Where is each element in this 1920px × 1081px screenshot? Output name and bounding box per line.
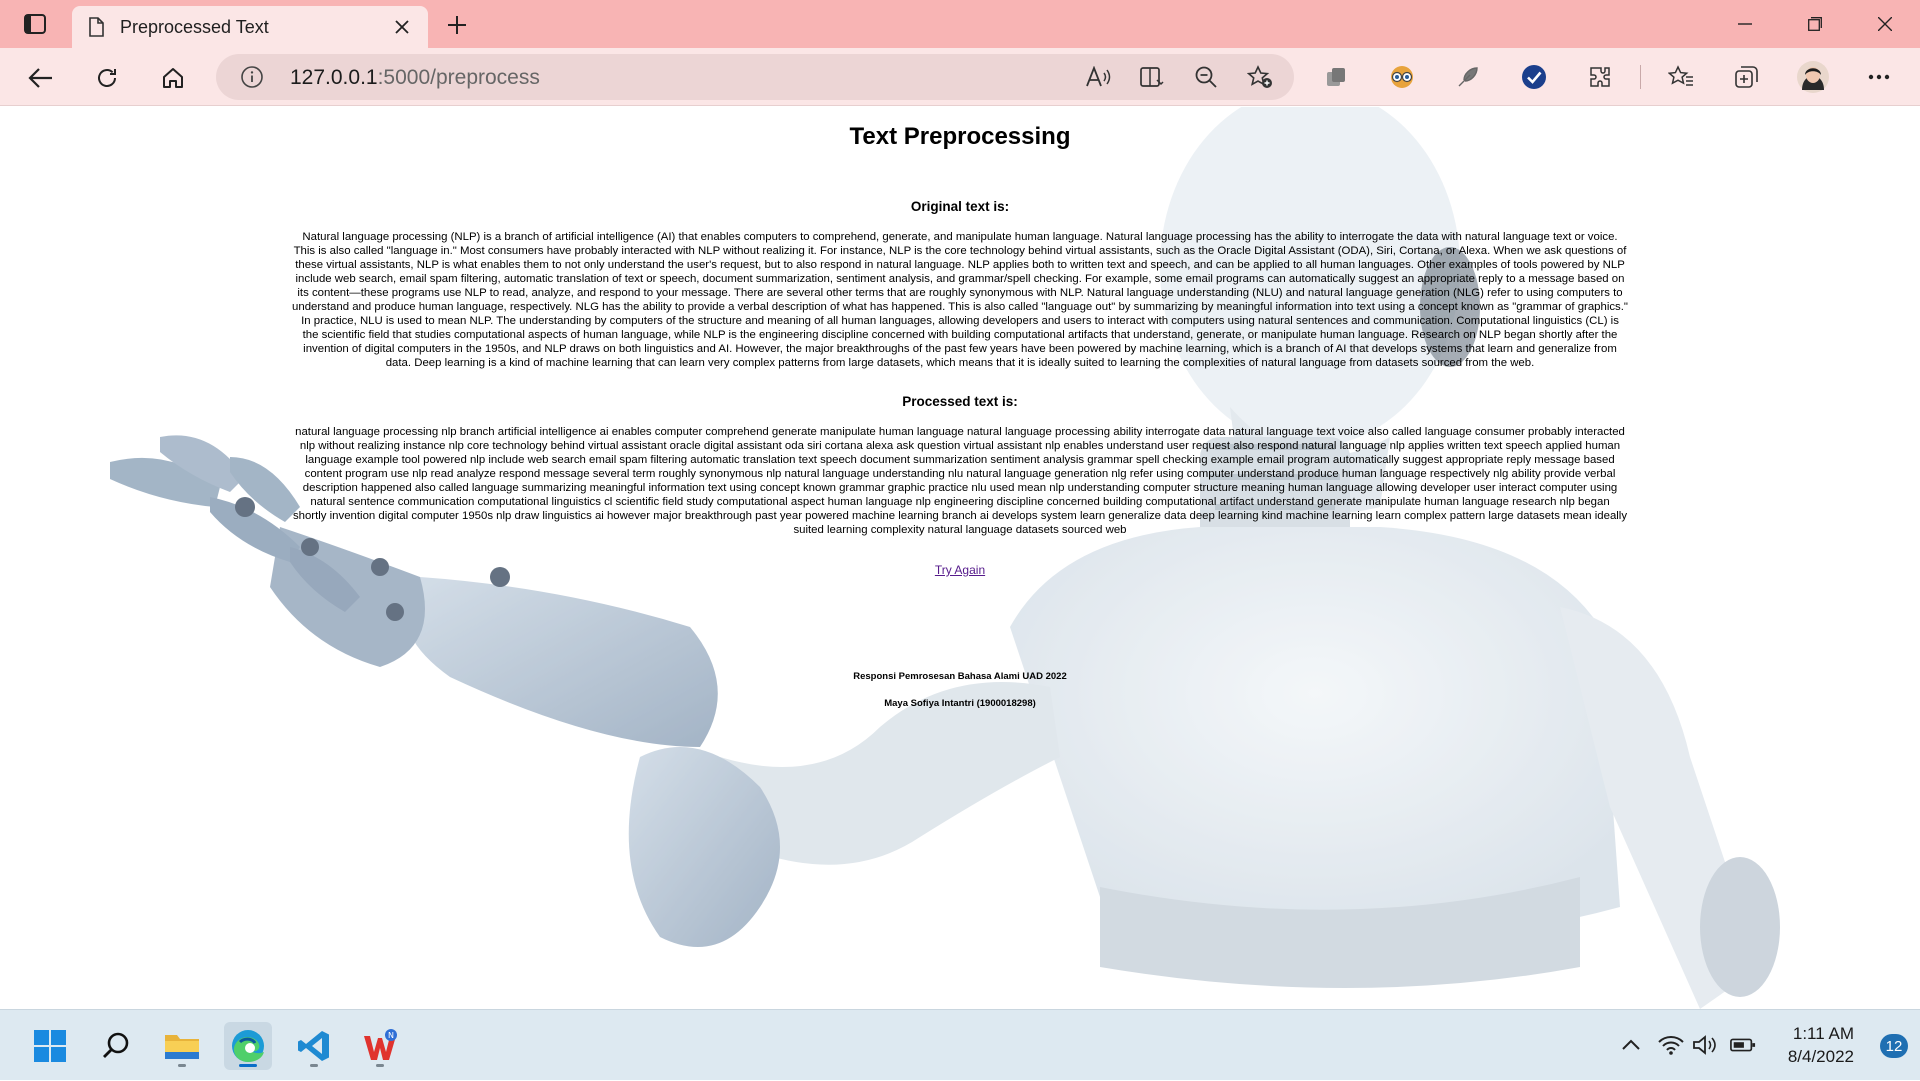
show-hidden-icons-button[interactable] xyxy=(1618,1034,1644,1056)
browser-titlebar: Preprocessed Text xyxy=(0,0,1920,48)
toolbar-separator xyxy=(1640,65,1641,89)
refresh-icon xyxy=(98,69,116,87)
wifi-icon xyxy=(1658,1036,1684,1055)
home-button[interactable] xyxy=(156,61,190,95)
url-host: 127.0.0.1 xyxy=(290,66,378,89)
taskbar-edge-browser[interactable] xyxy=(224,1022,272,1070)
taskbar-clock[interactable]: 1:11 AM 8/4/2022 xyxy=(1788,1022,1854,1068)
back-button[interactable] xyxy=(24,61,58,95)
settings-more-button[interactable] xyxy=(1861,60,1897,94)
battery-button[interactable] xyxy=(1730,1034,1756,1056)
copy-extension-icon xyxy=(1327,68,1345,86)
svg-text:N: N xyxy=(388,1031,394,1040)
immersive-reader-button[interactable] xyxy=(1136,64,1168,90)
extensions-bar xyxy=(1318,60,1897,94)
start-button[interactable] xyxy=(26,1022,74,1070)
browser-toolbar: 127.0.0.1:5000/preprocess xyxy=(0,48,1920,106)
collections-icon xyxy=(1735,66,1758,88)
tab-close-button[interactable] xyxy=(390,15,414,39)
info-icon[interactable] xyxy=(240,65,264,89)
windows-logo-icon xyxy=(34,1030,66,1062)
read-aloud-icon xyxy=(1086,66,1111,87)
add-favorite-button[interactable] xyxy=(1244,64,1276,90)
chevron-up-icon xyxy=(1622,1039,1640,1050)
running-indicator xyxy=(239,1064,257,1067)
more-dots-icon xyxy=(1868,74,1890,80)
plus-icon xyxy=(448,16,466,34)
taskbar-vscode[interactable] xyxy=(290,1022,338,1070)
taskbar-file-explorer[interactable] xyxy=(158,1022,206,1070)
new-tab-button[interactable] xyxy=(442,10,472,40)
address-bar[interactable]: 127.0.0.1:5000/preprocess xyxy=(216,54,1294,100)
page-title: Text Preprocessing xyxy=(849,123,1071,150)
close-icon xyxy=(1878,17,1892,31)
close-icon xyxy=(395,20,409,34)
restore-button[interactable] xyxy=(1780,0,1850,48)
extensions-button[interactable] xyxy=(1582,60,1618,94)
running-indicator xyxy=(310,1064,318,1067)
tab-actions-icon xyxy=(24,14,46,34)
volume-button[interactable] xyxy=(1692,1034,1718,1056)
page-icon xyxy=(89,17,104,37)
favorites-star-icon xyxy=(1668,65,1693,86)
tab-actions-button[interactable] xyxy=(18,10,52,38)
original-text-heading: Original text is: xyxy=(910,199,1010,214)
notification-count-badge[interactable]: 12 xyxy=(1880,1034,1908,1058)
minimize-icon xyxy=(1738,23,1752,25)
search-icon xyxy=(103,1032,129,1058)
footer-course-line: Responsi Pemrosesan Bahasa Alami UAD 202… xyxy=(853,671,1067,682)
battery-icon xyxy=(1730,1038,1756,1052)
profile-button[interactable] xyxy=(1795,60,1831,94)
extension-quill-button[interactable] xyxy=(1450,60,1486,94)
volume-icon xyxy=(1693,1035,1716,1055)
minimize-button[interactable] xyxy=(1710,0,1780,48)
quill-extension-icon xyxy=(1458,67,1478,87)
tab-preprocessed-text[interactable]: Preprocessed Text xyxy=(72,6,428,48)
vscode-icon xyxy=(298,1031,329,1061)
processed-text-heading: Processed text is: xyxy=(902,394,1018,409)
extension-copy-button[interactable] xyxy=(1318,60,1354,94)
taskbar-wps-office[interactable]: N xyxy=(356,1022,404,1070)
puzzle-icon xyxy=(1590,67,1610,87)
tab-title: Preprocessed Text xyxy=(120,16,269,37)
star-add-icon xyxy=(1247,65,1272,88)
folder-icon xyxy=(165,1035,199,1059)
immersive-reader-icon xyxy=(1140,67,1164,87)
favorites-button[interactable] xyxy=(1663,60,1699,94)
zoom-out-icon xyxy=(1195,66,1217,88)
clock-date: 8/4/2022 xyxy=(1787,1047,1854,1066)
read-aloud-button[interactable] xyxy=(1082,64,1114,90)
try-again-link[interactable]: Try Again xyxy=(935,563,985,577)
extension-check-button[interactable] xyxy=(1516,60,1552,94)
running-indicator xyxy=(178,1064,186,1067)
address-bar-actions xyxy=(1082,64,1276,90)
system-tray: 1:11 AM 8/4/2022 12 xyxy=(1560,1010,1920,1081)
url-path: :5000/preprocess xyxy=(377,66,540,89)
page-viewport: Text Preprocessing Original text is: Nat… xyxy=(0,107,1920,1009)
windows-taskbar: N 1:11 AM 8/4/2022 12 xyxy=(0,1009,1920,1080)
profile-avatar-icon xyxy=(1797,61,1829,93)
zoom-out-button[interactable] xyxy=(1190,64,1222,90)
processed-text-paragraph: natural language processing nlp branch a… xyxy=(292,426,1628,536)
window-controls xyxy=(1710,0,1920,48)
footer-author-line: Maya Sofiya Intantri (1900018298) xyxy=(884,698,1036,709)
search-button[interactable] xyxy=(92,1022,140,1070)
home-icon xyxy=(163,68,183,88)
page-content: Text Preprocessing Original text is: Nat… xyxy=(0,107,1920,709)
restore-icon xyxy=(1808,17,1822,31)
eyes-extension-icon xyxy=(1391,66,1413,88)
original-text-paragraph: Natural language processing (NLP) is a b… xyxy=(292,231,1628,369)
refresh-button[interactable] xyxy=(90,61,124,95)
clock-time: 1:11 AM xyxy=(1792,1024,1854,1043)
running-indicator xyxy=(376,1064,384,1067)
url-text[interactable]: 127.0.0.1:5000/preprocess xyxy=(290,66,540,90)
collections-button[interactable] xyxy=(1729,60,1765,94)
wifi-button[interactable] xyxy=(1658,1034,1684,1056)
extension-eyes-button[interactable] xyxy=(1384,60,1420,94)
close-window-button[interactable] xyxy=(1850,0,1920,48)
wps-office-icon: N xyxy=(364,1029,397,1060)
back-arrow-icon xyxy=(28,68,52,88)
checkmark-extension-icon xyxy=(1522,65,1546,89)
edge-browser-icon xyxy=(232,1030,264,1062)
